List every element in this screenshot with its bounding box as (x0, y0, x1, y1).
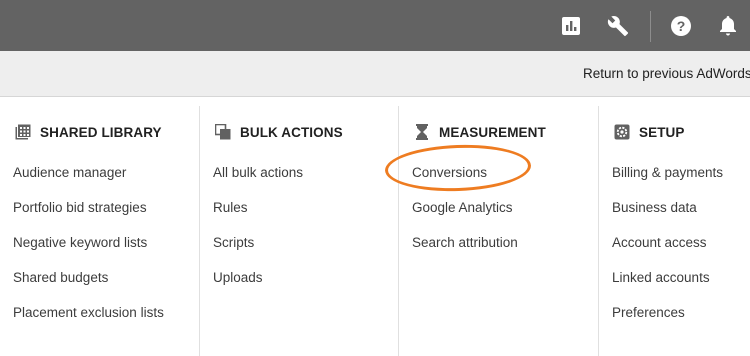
menu-item-audience-manager[interactable]: Audience manager (13, 165, 164, 200)
bulk-actions-header: BULK ACTIONS (214, 123, 343, 141)
measurement-column: MEASUREMENT Conversions Google Analytics… (398, 106, 598, 356)
gear-icon (613, 123, 631, 141)
menu-item-uploads[interactable]: Uploads (213, 270, 303, 305)
tools-wrench-icon[interactable] (606, 14, 630, 38)
bulk-copy-icon (214, 123, 232, 141)
menu-item-negative-keyword-lists[interactable]: Negative keyword lists (13, 235, 164, 270)
setup-title: SETUP (639, 124, 685, 140)
menu-item-conversions[interactable]: Conversions (412, 165, 518, 200)
menu-item-rules[interactable]: Rules (213, 200, 303, 235)
setup-column: SETUP Billing & payments Business data A… (598, 106, 750, 356)
bulk-actions-list: All bulk actions Rules Scripts Uploads (213, 165, 303, 305)
menu-item-search-attribution[interactable]: Search attribution (412, 235, 518, 270)
setup-header: SETUP (613, 123, 685, 141)
menu-item-placement-exclusion-lists[interactable]: Placement exclusion lists (13, 305, 164, 340)
measurement-list: Conversions Google Analytics Search attr… (412, 165, 518, 270)
shared-library-title: SHARED LIBRARY (40, 124, 162, 140)
menu-item-all-bulk-actions[interactable]: All bulk actions (213, 165, 303, 200)
help-icon[interactable]: ? (669, 14, 693, 38)
toolbar-divider (650, 11, 651, 42)
menu-item-shared-budgets[interactable]: Shared budgets (13, 270, 164, 305)
shared-library-list: Audience manager Portfolio bid strategie… (13, 165, 164, 340)
shared-library-column: SHARED LIBRARY Audience manager Portfoli… (0, 106, 199, 356)
notifications-bell-icon[interactable] (716, 14, 740, 38)
reports-icon[interactable] (559, 14, 583, 38)
menu-item-business-data[interactable]: Business data (612, 200, 723, 235)
menu-item-preferences[interactable]: Preferences (612, 305, 723, 340)
menu-item-account-access[interactable]: Account access (612, 235, 723, 270)
return-bar: Return to previous AdWords (0, 51, 750, 97)
bulk-actions-title: BULK ACTIONS (240, 124, 343, 140)
library-grid-icon (14, 123, 32, 141)
bulk-actions-column: BULK ACTIONS All bulk actions Rules Scri… (199, 106, 398, 356)
setup-list: Billing & payments Business data Account… (612, 165, 723, 340)
return-to-previous-link[interactable]: Return to previous AdWords (583, 66, 750, 81)
svg-text:?: ? (677, 18, 686, 34)
shared-library-header: SHARED LIBRARY (14, 123, 162, 141)
hourglass-icon (413, 123, 431, 141)
menu-item-billing-payments[interactable]: Billing & payments (612, 165, 723, 200)
menu-item-portfolio-bid-strategies[interactable]: Portfolio bid strategies (13, 200, 164, 235)
top-toolbar: ? (0, 0, 750, 51)
measurement-title: MEASUREMENT (439, 124, 546, 140)
menu-item-linked-accounts[interactable]: Linked accounts (612, 270, 723, 305)
menu-item-google-analytics[interactable]: Google Analytics (412, 200, 518, 235)
measurement-header: MEASUREMENT (413, 123, 546, 141)
menu-item-scripts[interactable]: Scripts (213, 235, 303, 270)
